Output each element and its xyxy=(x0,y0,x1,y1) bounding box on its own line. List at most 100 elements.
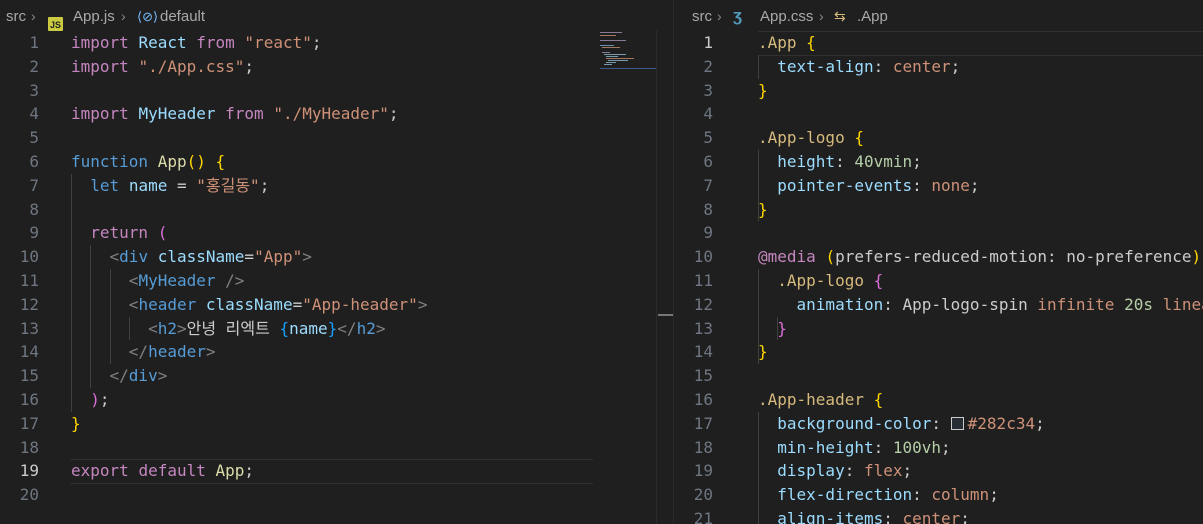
vertical-scrollbar[interactable] xyxy=(656,30,673,524)
breadcrumb-file[interactable]: App.js xyxy=(73,8,115,25)
code-line[interactable]: 7 pointer-events: none; xyxy=(674,173,1203,198)
code-line[interactable]: 3 xyxy=(0,79,673,103)
code-line[interactable]: 20 xyxy=(0,483,673,507)
code-line[interactable]: 4 import MyHeader from "./MyHeader"; xyxy=(0,102,673,126)
code-line[interactable]: 13 <h2>안녕 리엑트 {name}</h2> xyxy=(0,316,673,341)
right-editor-pane[interactable]: src › ʒ App.css › ⇆ .App 1 .App {2 text-a… xyxy=(674,0,1203,524)
code-line[interactable]: 19 display: flex; xyxy=(674,459,1203,484)
code-token: center xyxy=(902,508,961,524)
code-token: background-color xyxy=(777,413,932,433)
code-line[interactable]: 2 text-align: center; xyxy=(674,54,1203,79)
code-token: from xyxy=(225,104,264,124)
code-editor[interactable]: 1 import React from "react"; 2 import "./Ap… xyxy=(0,31,673,507)
code-line[interactable]: 5 .App-logo { xyxy=(674,126,1203,150)
breadcrumb-symbol[interactable]: default xyxy=(160,8,205,25)
code-line[interactable]: 20 flex-direction: column; xyxy=(674,483,1203,507)
code-token: div xyxy=(119,247,149,267)
code-line[interactable]: 11 .App-logo { xyxy=(674,268,1203,293)
code-token: : xyxy=(931,413,951,433)
breadcrumb-folder[interactable]: src xyxy=(692,8,712,25)
code-token: @media xyxy=(758,247,816,267)
chevron-right-icon: › xyxy=(819,8,824,24)
code-line[interactable]: 7 let name = "홍길동"; xyxy=(0,173,673,198)
code-token: 40vmin xyxy=(854,151,913,171)
line-number: 9 xyxy=(703,223,713,243)
code-line[interactable]: 9 xyxy=(674,221,1203,245)
code-text: text-align: center; xyxy=(758,55,960,79)
code-line[interactable]: 2 import "./App.css"; xyxy=(0,55,673,79)
code-token: "App-header" xyxy=(302,294,418,314)
code-token: < xyxy=(128,294,139,314)
code-text: } xyxy=(758,317,787,341)
code-line[interactable]: 17} xyxy=(0,412,673,436)
code-line[interactable]: 18 min-height: 100vh; xyxy=(674,435,1203,460)
code-token: ; xyxy=(950,56,961,76)
scrollbar-position-marker xyxy=(658,314,673,316)
code-line[interactable]: 6 function App() { xyxy=(0,150,673,174)
code-token: animation xyxy=(796,294,884,314)
code-text: } xyxy=(758,79,768,103)
line-number: 6 xyxy=(703,151,713,171)
code-editor[interactable]: 1 .App {2 text-align: center; 3} 4 5 .App-log… xyxy=(674,31,1203,524)
code-line[interactable]: 18 xyxy=(0,436,673,460)
code-line[interactable]: 12 animation: App-logo-spin infinite 20s… xyxy=(674,292,1203,317)
code-line[interactable]: 17 background-color: #282c34; xyxy=(674,411,1203,436)
line-number: 1 xyxy=(703,33,713,52)
code-token: } xyxy=(758,80,768,100)
code-token: let xyxy=(90,175,120,195)
code-line[interactable]: 14} xyxy=(674,340,1203,365)
code-line[interactable]: 15 </div> xyxy=(0,364,673,388)
color-swatch[interactable] xyxy=(950,416,964,430)
line-number: 20 xyxy=(19,485,39,505)
code-line[interactable]: 4 xyxy=(674,102,1203,126)
line-number: 17 xyxy=(693,413,713,433)
code-token: from xyxy=(196,33,235,52)
code-line[interactable]: 11 <MyHeader /> xyxy=(0,268,673,293)
code-line[interactable]: 13 } xyxy=(674,316,1203,341)
minimap[interactable] xyxy=(598,30,656,72)
code-line[interactable]: 8 xyxy=(0,197,673,222)
line-number: 20 xyxy=(693,485,713,505)
code-token: } xyxy=(327,318,338,338)
cube-icon: ⟨⊘⟩ xyxy=(137,9,159,24)
code-line[interactable]: 9 return ( xyxy=(0,221,673,246)
code-line[interactable]: 19 export default App; xyxy=(0,459,673,485)
code-line[interactable]: 8} xyxy=(674,197,1203,222)
code-line[interactable]: 3} xyxy=(674,79,1203,103)
code-line[interactable]: 16 .App-header { xyxy=(674,388,1203,412)
code-token: { xyxy=(279,318,290,338)
code-token: ; xyxy=(311,33,322,52)
chevron-right-icon: › xyxy=(717,8,722,24)
breadcrumb-symbol[interactable]: .App xyxy=(857,8,888,25)
code-line[interactable]: 12 <header className="App-header"> xyxy=(0,292,673,317)
code-token: React xyxy=(138,33,187,52)
code-line[interactable]: 21 align-items: center; xyxy=(674,506,1203,524)
code-text: .App-logo { xyxy=(758,269,883,293)
code-token: ; xyxy=(244,56,255,76)
code-line[interactable]: 5 xyxy=(0,126,673,150)
code-token: import xyxy=(71,104,129,124)
code-token: import xyxy=(71,56,129,76)
breadcrumb-folder[interactable]: src xyxy=(6,8,26,25)
code-line[interactable]: 1 .App { xyxy=(674,31,1203,56)
code-token: ; xyxy=(244,461,255,481)
code-token: </ xyxy=(109,366,129,386)
code-token: flex-direction xyxy=(777,485,913,505)
code-line[interactable]: 1 import React from "react"; xyxy=(0,31,673,55)
code-line[interactable]: 14 </header> xyxy=(0,340,673,365)
code-line[interactable]: 15 xyxy=(674,364,1203,388)
code-line[interactable]: 6 height: 40vmin; xyxy=(674,149,1203,174)
breadcrumb-file[interactable]: App.css xyxy=(760,8,813,25)
code-line[interactable]: 10 <div className="App"> xyxy=(0,245,673,269)
code-line[interactable]: 16 ); xyxy=(0,387,673,412)
code-token: default xyxy=(138,461,206,481)
left-editor-pane[interactable]: src › JS App.js › ⟨⊘⟩ default 1 import Re… xyxy=(0,0,673,524)
code-line[interactable]: 10 @media (prefers-reduced-motion: no-pre… xyxy=(674,245,1203,269)
